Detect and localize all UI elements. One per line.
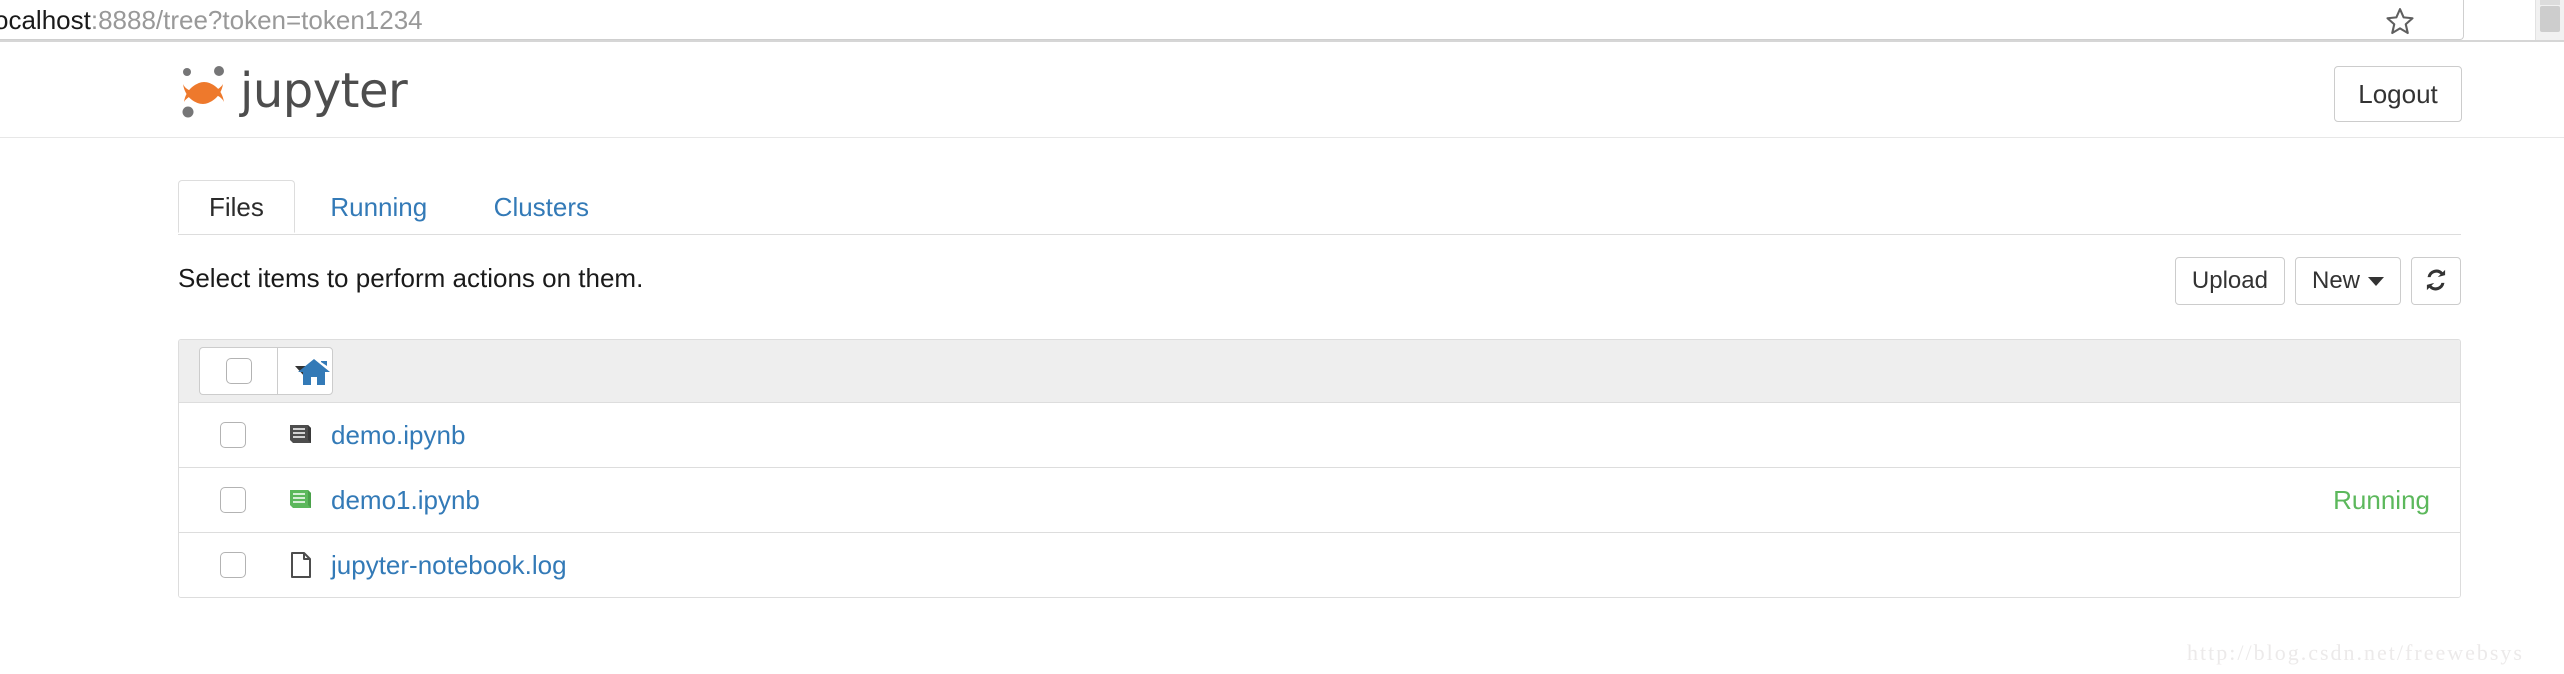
browser-url-bar: ocalhost:8888/tree?token=token1234 [0, 0, 2564, 42]
notebook-running-icon [290, 490, 311, 508]
file-icon [291, 552, 311, 578]
browser-scrollbar[interactable] [2535, 0, 2564, 40]
tab-running[interactable]: Running [299, 180, 458, 233]
file-name-link[interactable]: jupyter-notebook.log [331, 548, 567, 582]
select-all-checkbox-button[interactable] [199, 347, 277, 395]
upload-button[interactable]: Upload [2174, 257, 2285, 305]
table-row[interactable]: demo1.ipynb Running [179, 468, 2460, 533]
scrollbar-up-arrow[interactable] [2540, 0, 2560, 5]
row-checkbox[interactable] [220, 422, 246, 448]
row-checkbox[interactable] [220, 552, 246, 578]
url-path: :8888/tree?token=token1234 [90, 5, 423, 35]
jupyter-header: jupyter Logout [0, 42, 2564, 138]
scrollbar-thumb[interactable] [2540, 6, 2560, 32]
action-buttons: Upload New [2165, 257, 2461, 305]
checkbox-icon[interactable] [225, 358, 252, 384]
jupyter-logo-icon [182, 66, 224, 118]
tab-files[interactable]: Files [178, 180, 295, 233]
table-row[interactable]: demo.ipynb [179, 403, 2460, 468]
table-row[interactable]: jupyter-notebook.log [179, 533, 2460, 597]
file-list-table: demo.ipynb demo1.ipynb Running jupyter-n… [178, 339, 2461, 598]
main-content: Files Running Clusters Select items to p… [178, 138, 2461, 598]
refresh-icon [2426, 269, 2446, 291]
file-name-link[interactable]: demo.ipynb [331, 418, 465, 452]
new-button[interactable]: New [2294, 257, 2401, 305]
jupyter-logo-text: jupyter [240, 63, 408, 119]
logout-button[interactable]: Logout [2334, 66, 2462, 122]
caret-down-icon [2368, 277, 2384, 287]
file-status: Running [2333, 485, 2430, 515]
file-list-toolbar [179, 340, 2460, 403]
star-icon[interactable] [2385, 6, 2415, 36]
notebook-icon [290, 425, 311, 443]
select-items-hint: Select items to perform actions on them. [178, 263, 644, 293]
url-host: ocalhost [0, 5, 91, 35]
home-icon[interactable] [297, 357, 331, 387]
row-checkbox[interactable] [220, 487, 246, 513]
url-text[interactable]: ocalhost:8888/tree?token=token1234 [0, 3, 423, 37]
action-row: Select items to perform actions on them.… [178, 257, 2461, 327]
file-name-link[interactable]: demo1.ipynb [331, 483, 480, 517]
new-button-label: New [2311, 267, 2360, 294]
tab-clusters[interactable]: Clusters [463, 180, 620, 233]
tab-bar: Files Running Clusters [178, 180, 2461, 235]
url-input-wrapper[interactable]: ocalhost:8888/tree?token=token1234 [0, 0, 2464, 40]
jupyter-logo[interactable]: jupyter [178, 62, 408, 120]
refresh-button[interactable] [2411, 257, 2461, 305]
watermark-text: http://blog.csdn.net/freewebsys [2187, 640, 2524, 665]
